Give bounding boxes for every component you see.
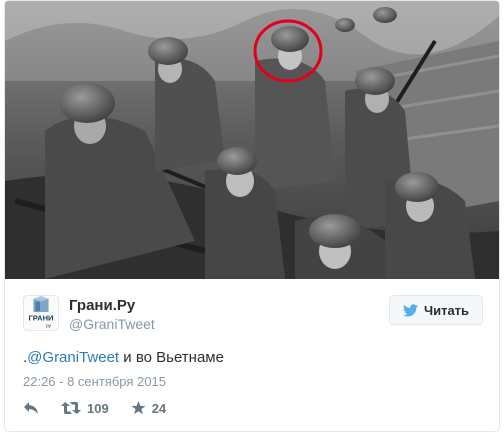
soldiers-photo-image (5, 1, 499, 279)
tweet-actions: 109 24 (23, 399, 188, 417)
retweet-icon (61, 402, 81, 414)
follow-button[interactable]: Читать (389, 295, 483, 325)
svg-text:ру: ру (46, 324, 52, 329)
follow-button-label: Читать (423, 302, 470, 318)
favorite-count: 24 (151, 400, 167, 416)
tweet-text-rest: и во Вьетнаме (119, 349, 224, 366)
retweet-count: 109 (87, 400, 109, 416)
avatar[interactable]: ГРАНИ ру (23, 295, 59, 331)
grani-logo-icon: ГРАНИ ру (29, 296, 54, 329)
tweet-photo[interactable] (5, 1, 499, 279)
tweet-text: .@GraniTweet и во Вьетнаме (23, 349, 224, 366)
tweet-card: ГРАНИ ру Грани.Ру @GraniTweet Читать .@G… (4, 0, 500, 432)
tweet-timestamp[interactable]: 22:26 - 8 сентября 2015 (23, 374, 166, 389)
svg-text:ГРАНИ: ГРАНИ (29, 314, 54, 323)
retweet-button[interactable]: 109 (61, 401, 109, 416)
author-name[interactable]: Грани.Ру (69, 297, 135, 314)
reply-icon (24, 402, 38, 414)
twitter-bird-icon (402, 303, 418, 316)
tweet-header: ГРАНИ ру Грани.Ру @GraniTweet Читать (23, 295, 483, 335)
star-icon (131, 401, 146, 415)
author-handle[interactable]: @GraniTweet (69, 316, 155, 332)
mention-link[interactable]: @GraniTweet (27, 349, 119, 366)
reply-button[interactable] (23, 401, 39, 415)
favorite-button[interactable]: 24 (131, 401, 166, 416)
